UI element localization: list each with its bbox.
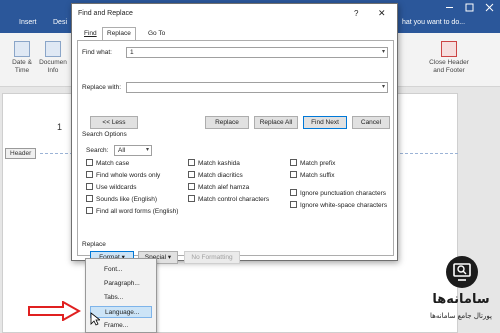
checkbox-label: Match control characters <box>198 196 270 203</box>
replace-with-input[interactable]: ▾ <box>126 82 388 93</box>
window-controls <box>446 3 494 12</box>
replace-section-label: Replace <box>82 241 106 248</box>
checkbox-label: Find whole words only <box>96 172 161 179</box>
search-direction-select[interactable]: All ▾ <box>114 145 152 156</box>
menu-item-tabs[interactable]: Tabs... <box>90 292 152 304</box>
dialog-body: Find what: 1 ▾ Replace with: ▾ << Less R… <box>77 40 394 264</box>
logo-tagline: پورتال جامع سامانه‌ها <box>430 312 492 320</box>
checkbox-label: Match suffix <box>300 172 335 179</box>
checkbox-match-alef-hamza[interactable]: Match alef hamza <box>188 183 249 191</box>
dialog-title: Find and Replace <box>78 10 133 17</box>
monitor-icon <box>453 263 471 281</box>
tab-find-label: Find <box>84 30 97 37</box>
document-icon <box>45 41 61 57</box>
chevron-down-icon: ▾ <box>145 147 149 153</box>
window-close-icon <box>485 3 494 12</box>
search-label: Search: <box>86 147 109 154</box>
find-what-label: Find what: <box>82 49 112 56</box>
checkbox-ignore-punctuation[interactable]: Ignore punctuation characters <box>290 189 386 197</box>
replace-all-button[interactable]: Replace All <box>254 116 298 129</box>
checkbox-word-forms[interactable]: Find all word forms (English) <box>86 207 178 215</box>
checkbox-label: Ignore punctuation characters <box>300 190 386 197</box>
checkbox-match-kashida[interactable]: Match kashida <box>188 159 240 167</box>
document-info-label: Documen Info <box>39 59 67 74</box>
checkbox-icon <box>86 207 93 214</box>
checkbox-label: Match diacritics <box>198 172 243 179</box>
menu-item-font[interactable]: Font... <box>90 264 152 276</box>
tab-insert[interactable]: Insert <box>19 19 37 26</box>
tab-goto-label: Go To <box>148 30 166 37</box>
menu-item-paragraph[interactable]: Paragraph... <box>90 278 152 290</box>
checkbox-label: Sounds like (English) <box>96 196 158 203</box>
tell-me-text: hat you want to do... <box>402 19 466 26</box>
checkbox-match-case[interactable]: Match case <box>86 159 129 167</box>
checkbox-icon <box>188 171 195 178</box>
checkbox-match-suffix[interactable]: Match suffix <box>290 171 335 179</box>
tab-design[interactable]: Desi <box>53 19 67 26</box>
chevron-down-icon[interactable]: ▾ <box>382 48 385 55</box>
checkbox-icon <box>86 159 93 166</box>
checkbox-label: Match case <box>96 160 130 167</box>
date-time-label: Date & Time <box>12 59 32 74</box>
find-what-value: 1 <box>130 49 134 56</box>
no-formatting-button[interactable]: No Formatting <box>184 251 240 264</box>
minimize-icon <box>446 7 453 8</box>
replace-button[interactable]: Replace <box>205 116 249 129</box>
less-button[interactable]: << Less <box>90 116 138 129</box>
find-replace-dialog: Find and Replace ? ✕ Find Replace Go To … <box>71 3 398 264</box>
tab-goto[interactable]: Go To <box>144 28 169 40</box>
tab-replace-label: Replace <box>107 30 131 37</box>
checkbox-label: Ignore white-space characters <box>300 202 388 209</box>
document-info-button[interactable]: Documen Info <box>36 41 70 75</box>
header-text-mark: 1 <box>57 122 63 132</box>
checkbox-icon <box>86 171 93 178</box>
samaneha-logo: سامانه‌ها پورتال جامع سامانه‌ها <box>420 254 500 333</box>
checkbox-icon <box>86 195 93 202</box>
checkbox-ignore-whitespace[interactable]: Ignore white-space characters <box>290 201 387 209</box>
search-options-label: Search Options <box>82 131 127 138</box>
checkbox-sounds-like[interactable]: Sounds like (English) <box>86 195 157 203</box>
checkbox-icon <box>86 183 93 190</box>
checkbox-label: Match prefix <box>300 160 336 167</box>
find-what-input[interactable]: 1 ▾ <box>126 47 388 58</box>
checkbox-icon <box>188 183 195 190</box>
tab-replace[interactable]: Replace <box>102 27 136 41</box>
checkbox-match-control-chars[interactable]: Match control characters <box>188 195 269 203</box>
checkbox-match-diacritics[interactable]: Match diacritics <box>188 171 243 179</box>
checkbox-icon <box>188 195 195 202</box>
close-icon[interactable]: ✕ <box>378 8 386 19</box>
help-icon[interactable]: ? <box>354 9 358 18</box>
tab-find[interactable]: Find <box>80 28 101 40</box>
close-header-icon <box>441 41 457 57</box>
checkbox-icon <box>290 189 297 196</box>
header-tag: Header <box>5 148 37 159</box>
find-next-button[interactable]: Find Next <box>303 116 347 129</box>
mouse-pointer-icon <box>90 312 100 326</box>
search-direction-value: All <box>118 147 126 154</box>
checkbox-wildcards[interactable]: Use wildcards <box>86 183 136 191</box>
calendar-icon <box>14 41 30 57</box>
date-time-button[interactable]: Date & Time <box>9 41 35 75</box>
checkbox-label: Match alef hamza <box>198 184 250 191</box>
checkbox-icon <box>188 159 195 166</box>
logo-emblem-icon <box>446 256 478 288</box>
checkbox-icon <box>290 171 297 178</box>
red-arrow-icon <box>28 301 81 321</box>
checkbox-label: Match kashida <box>198 160 240 167</box>
checkbox-icon <box>290 201 297 208</box>
replace-with-label: Replace with: <box>82 84 122 91</box>
checkbox-icon <box>290 159 297 166</box>
tell-me-search[interactable]: hat you want to do... <box>402 19 465 26</box>
close-header-footer-button[interactable]: Close Header and Footer <box>424 41 474 75</box>
logo-name: سامانه‌ها <box>432 292 490 307</box>
checkbox-label: Use wildcards <box>96 184 137 191</box>
checkbox-whole-words[interactable]: Find whole words only <box>86 171 160 179</box>
close-header-footer-label: Close Header and Footer <box>429 59 469 74</box>
checkbox-label: Find all word forms (English) <box>96 208 179 215</box>
chevron-down-icon[interactable]: ▾ <box>382 83 385 90</box>
cancel-button[interactable]: Cancel <box>352 116 390 129</box>
checkbox-match-prefix[interactable]: Match prefix <box>290 159 335 167</box>
maximize-icon <box>465 3 474 12</box>
